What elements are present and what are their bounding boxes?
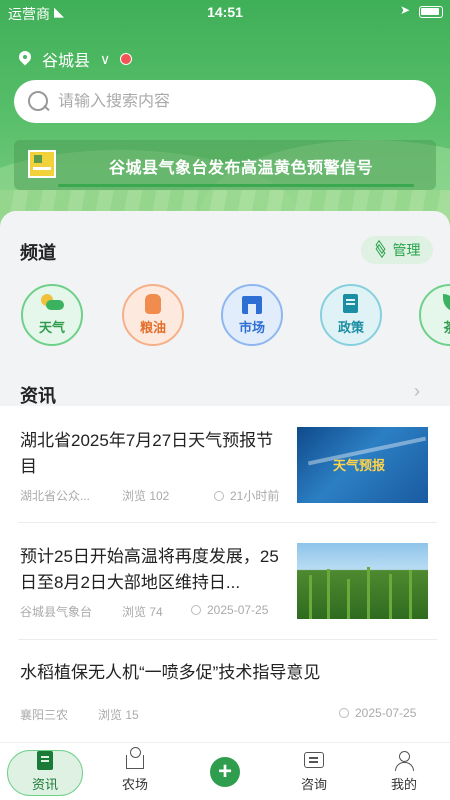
plus-icon: +	[210, 757, 240, 787]
clock-icon	[191, 605, 201, 615]
policy-icon	[338, 294, 364, 314]
location-selector[interactable]: 谷城县 ∨	[18, 47, 133, 71]
channel-tea[interactable]: 茶	[419, 284, 450, 346]
layers-icon	[374, 239, 387, 259]
status-bar: 运营商 ◣ 14:51 ➤	[0, 0, 450, 24]
tab-label: 农场	[121, 777, 148, 792]
tab-news[interactable]: 资讯	[7, 743, 83, 800]
channel-grain-oil[interactable]: 粮油	[122, 284, 184, 346]
news-title: 湖北省2025年7月27日天气预报节目	[20, 431, 274, 476]
channel-label: 市场	[238, 320, 265, 335]
news-title: 预计25日开始高温将再度发展，25日至8月2日大部地区维持日...	[20, 547, 279, 592]
manage-button[interactable]: 管理	[361, 236, 433, 264]
divider	[18, 522, 437, 523]
alert-text: 谷城县气象台发布高温黄色预警信号	[109, 160, 374, 177]
news-time: 2025-07-25	[191, 603, 268, 617]
news-views: 浏览 74	[122, 605, 163, 619]
news-thumbnail	[297, 543, 428, 619]
grain-oil-icon	[140, 294, 166, 314]
chevron-down-icon: ∨	[100, 50, 111, 67]
search-bar[interactable]	[14, 80, 436, 123]
news-time: 2025-07-25	[339, 706, 416, 720]
clock-icon	[214, 491, 224, 501]
news-time: 21小时前	[214, 487, 279, 504]
channel-label: 茶	[443, 320, 450, 335]
location-pin-icon	[18, 51, 32, 67]
news-section-title: 资讯	[20, 386, 56, 406]
search-icon	[28, 90, 50, 113]
thumbnail-caption: 天气预报	[333, 458, 386, 473]
news-views: 浏览 102	[122, 489, 170, 503]
weather-icon	[39, 294, 65, 314]
consult-icon	[303, 751, 325, 771]
tea-icon	[437, 294, 450, 314]
tab-label: 资讯	[31, 777, 58, 792]
manage-label: 管理	[392, 242, 421, 258]
location-arrow-icon: ➤	[400, 3, 411, 17]
news-source: 湖北省公众...	[20, 489, 91, 503]
battery-icon	[419, 6, 443, 18]
tab-consult[interactable]: 咨询	[276, 743, 352, 800]
chevron-right-icon[interactable]: ›	[414, 381, 420, 402]
channel-weather[interactable]: 天气	[21, 284, 83, 346]
news-item[interactable]: 预计25日开始高温将再度发展，25日至8月2日大部地区维持日... 谷城县气象台…	[0, 536, 450, 636]
county-name: 谷城县	[42, 53, 91, 70]
channel-policy[interactable]: 政策	[320, 284, 382, 346]
market-icon	[239, 294, 265, 314]
channel-label: 天气	[38, 320, 65, 335]
divider	[18, 639, 437, 640]
news-source: 襄阳三农	[20, 708, 69, 722]
news-title: 水稻植保无人机“一喷多促”技术指导意见	[20, 663, 321, 682]
clock-icon	[339, 708, 349, 718]
tab-add[interactable]: +	[187, 743, 263, 800]
tab-label: 咨询	[300, 777, 327, 792]
channel-label: 政策	[337, 320, 364, 335]
news-icon	[34, 751, 56, 771]
warning-signal-icon	[28, 150, 56, 178]
news-item[interactable]: 湖北省2025年7月27日天气预报节目 湖北省公众... 浏览 102 21小时…	[0, 420, 450, 520]
notification-dot	[120, 53, 133, 65]
tab-farm[interactable]: 农场	[97, 743, 173, 800]
news-item[interactable]: 水稻植保无人机“一喷多促”技术指导意见 襄阳三农 浏览 15 2025-07-2…	[0, 652, 450, 732]
channel-market[interactable]: 市场	[221, 284, 283, 346]
tab-mine[interactable]: 我的	[366, 743, 442, 800]
user-icon	[393, 751, 415, 771]
channels-title: 频道	[20, 243, 56, 263]
news-thumbnail: 天气预报	[297, 427, 428, 503]
search-input[interactable]	[58, 92, 398, 111]
channel-list: 天气 粮油 市场 政策 茶	[0, 284, 450, 350]
tab-label: 我的	[390, 777, 417, 792]
clock-time: 14:51	[207, 4, 243, 20]
farm-icon	[124, 747, 146, 771]
news-source: 谷城县气象台	[20, 605, 93, 619]
banner-progress-bar	[58, 184, 414, 187]
weather-alert-banner[interactable]: 谷城县气象台发布高温黄色预警信号	[14, 140, 436, 190]
news-views: 浏览 15	[98, 708, 139, 722]
bottom-tab-bar: 资讯 农场 + 咨询 我的	[0, 742, 450, 800]
channel-label: 粮油	[139, 320, 166, 335]
